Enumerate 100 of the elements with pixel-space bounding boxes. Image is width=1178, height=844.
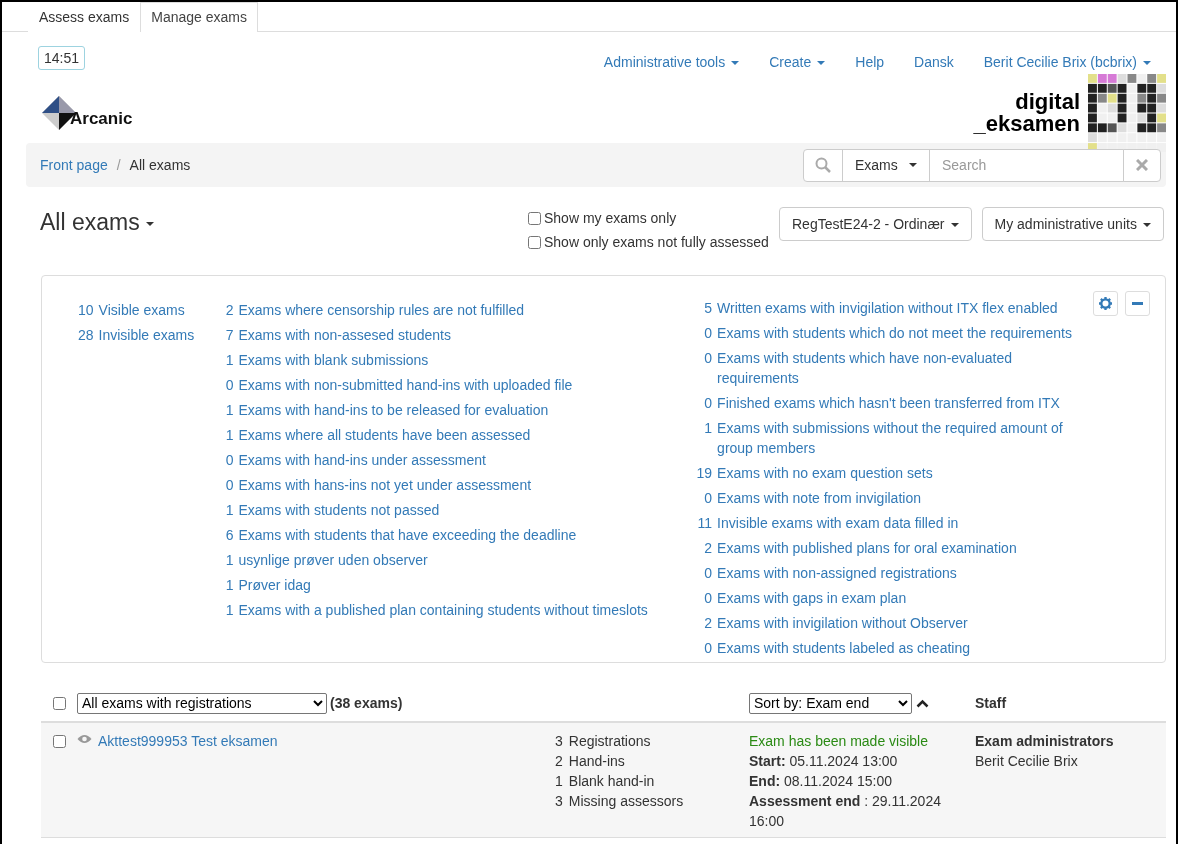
exam-count: 28 [78,326,94,345]
summary-link[interactable]: Exams with students that have exceeding the deadline [238,523,697,548]
sort-select[interactable]: Sort by: Exam end [749,692,912,714]
breadcrumb-current: All exams [129,157,191,173]
exam-count: 5 [703,299,713,318]
summary-link[interactable]: Exams with blank submissions [238,348,697,373]
summary-link[interactable]: Exams with non-assigned registrations [717,563,1093,583]
breadcrumb-link[interactable]: Front page [40,157,108,173]
exam-count: 0 [703,394,713,413]
filter-dropdown[interactable]: RegTestE24-2 - Ordinær [779,207,972,241]
exam-count: 2 [225,301,234,320]
breadcrumb-separator: / [116,157,121,173]
filter-checkbox[interactable] [528,211,541,225]
exam-count: 1 [225,601,234,620]
stat-count: 3 [555,732,563,751]
chevron-up-icon[interactable] [916,698,929,708]
exam-count-label: (38 exams) [330,695,403,711]
caret-icon [909,163,917,167]
tab[interactable]: Manage exams [140,2,258,32]
exam-count: 1 [225,426,234,445]
exam-link[interactable]: Akttest999953 Test eksamen [98,731,278,751]
exam-count: 0 [225,376,234,395]
summary-link[interactable]: Exams with hand-ins under assessment [238,448,697,473]
settings-button[interactable] [1093,291,1118,316]
minus-icon [1132,301,1143,306]
summary-link[interactable]: Exams with students not passed [238,498,697,523]
stat-count: 3 [555,792,563,811]
exam-count: 0 [703,489,713,508]
exam-filter-select[interactable]: All exams with registrations [77,692,327,714]
exam-count: 0 [225,476,234,495]
summary-link[interactable]: Exams with students which do not meet the requirements [717,323,1093,343]
exam-count: 7 [225,326,234,345]
nav-link[interactable]: Dansk [914,54,954,70]
summary-link[interactable]: Exams with invigilation without Observer [717,613,1093,633]
collapse-button[interactable] [1125,291,1150,316]
nav-link[interactable]: Administrative tools [603,54,740,70]
scope-dropdown[interactable]: Exams [842,148,930,182]
column-header: Staff [975,695,1008,711]
summary-link[interactable]: Exams where censorship rules are not fulfilled [238,298,697,323]
exam-count: 0 [703,589,713,608]
search-button[interactable] [803,148,843,182]
row-checkbox[interactable] [52,735,66,748]
exam-count: 6 [225,526,234,545]
stat-count: 2 [555,752,563,771]
exam-count: 1 [225,351,234,370]
filter-dropdown[interactable]: My administrative units [981,207,1164,241]
brand-name: digital [1015,90,1080,113]
search-field[interactable]: Search [929,148,1124,182]
summary-link[interactable]: Invisible exams [98,323,226,348]
exam-count: 19 [696,464,713,483]
summary-link[interactable]: Written exams with invigilation without ITX flex enabled [717,298,1093,318]
exam-count: 0 [703,564,713,583]
summary-link[interactable]: usynlige prøver uden observer [238,548,697,573]
filter-label: Show only exams not fully assessed [544,234,769,250]
select-all-checkbox[interactable] [52,696,66,710]
exam-count: 11 [696,514,713,533]
caret-icon [145,221,154,226]
settings-icon [1099,297,1112,310]
nav-link[interactable]: Berit Cecilie Brix (bcbrix) [983,54,1151,70]
summary-link[interactable]: Exams with gaps in exam plan [717,588,1093,608]
exam-count: 1 [703,419,713,438]
summary-link[interactable]: Exams with non-assesed students [238,323,697,348]
nav-link[interactable]: Help [855,54,885,70]
brand-name: Arcanic [70,108,133,129]
exam-count: 1 [225,551,234,570]
exam-count: 0 [225,451,234,470]
summary-link[interactable]: Exams with students labeled as cheating [717,638,1093,658]
summary-link[interactable]: Exams with submissions without the required amount of group members [717,418,1093,458]
exam-count: 1 [225,401,234,420]
summary-link[interactable]: Exams with note from invigilation [717,488,1093,508]
summary-link[interactable]: Exams with hand-ins to be released for evaluation [238,398,697,423]
stat-count: 1 [555,772,563,791]
summary-link[interactable]: Visible exams [98,298,226,323]
staff-name: Berit Cecilie Brix [975,752,1079,771]
summary-link[interactable]: Exams with hans-ins not yet under assessment [238,473,697,498]
stat-label: Blank hand-in [568,772,656,791]
page-title[interactable]: All exams [40,207,528,236]
summary-link[interactable]: Exams with published plans for oral examination [717,538,1093,558]
summary-link[interactable]: Exams with a published plan containing students without timeslots [238,598,697,623]
filter-checkbox[interactable] [528,235,541,249]
summary-link[interactable]: Exams where all students have been assessed [238,423,697,448]
summary-link[interactable]: Invisible exams with exam data filled in [717,513,1093,533]
exam-count: 0 [703,349,713,368]
clock-badge: 14:51 [38,46,86,70]
search-icon [815,157,831,173]
exam-count: 0 [703,324,713,343]
summary-link[interactable]: Exams with no exam question sets [717,463,1093,483]
filter-label: Show my exams only [544,210,677,226]
date-text: Start: 05.11.2024 13:00 [749,752,899,771]
exam-count: 0 [703,639,713,658]
stat-label: Missing assessors [568,792,685,811]
exam-count: 1 [225,576,234,595]
summary-link[interactable]: Prøver idag [238,573,697,598]
caret-icon [950,223,959,228]
exam-count: 1 [225,501,234,520]
summary-link[interactable]: Finished exams which hasn't been transferred from ITX [717,393,1093,413]
nav-link[interactable]: Create [769,54,826,70]
summary-link[interactable]: Exams with non-submitted hand-ins with uploaded file [238,373,697,398]
summary-link[interactable]: Exams with students which have non-evaluated requirements [717,348,1093,388]
date-text: End: 08.11.2024 15:00 [749,772,893,791]
